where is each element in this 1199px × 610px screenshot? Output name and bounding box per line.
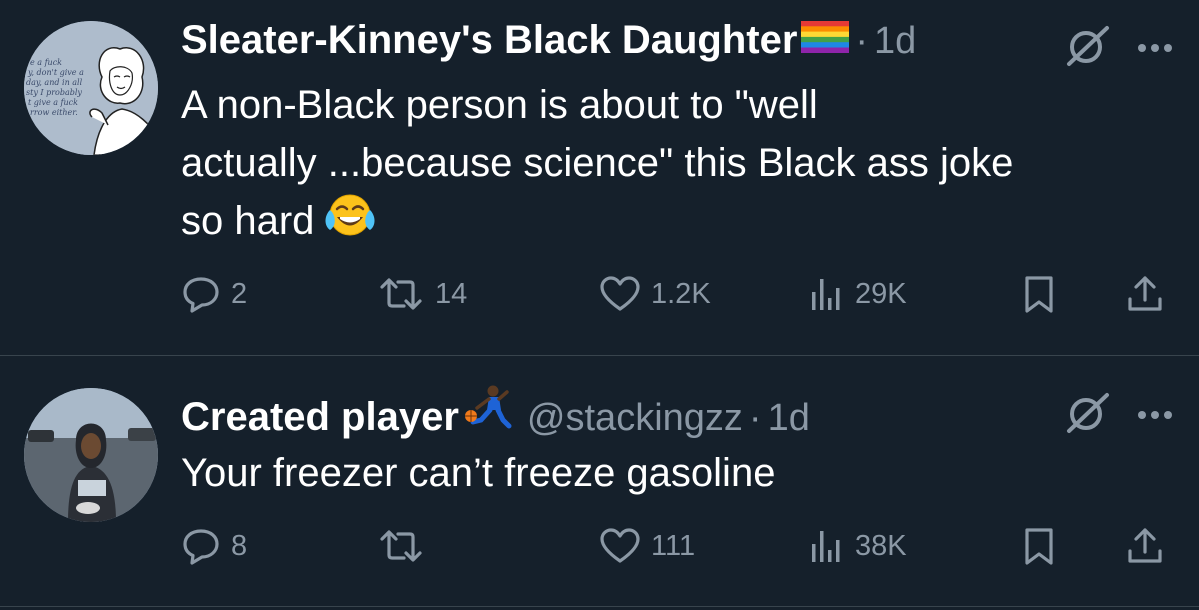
avatar-caption-line: t give a fuck — [28, 98, 78, 107]
tweet-actions: 8 111 38K — [181, 526, 1171, 566]
avatar-caption-line: day, and in all — [26, 78, 83, 87]
share-button[interactable] — [1125, 274, 1165, 314]
avatar-caption-line: y, don't give a — [27, 68, 84, 77]
tweet-actions: 2 14 1.2K 29K — [181, 274, 1171, 314]
retweet-icon — [380, 278, 422, 310]
reply-count: 2 — [231, 277, 248, 310]
retweet-icon — [380, 530, 422, 562]
display-name[interactable]: Sleater-Kinney's Black Daughter — [181, 18, 797, 63]
reply-icon — [183, 277, 219, 313]
reply-button[interactable]: 8 — [181, 526, 247, 566]
tweet-header: Sleater-Kinney's Black Daughter · 1d — [181, 18, 916, 63]
views-icon — [812, 279, 840, 310]
basketball-player-emoji — [463, 384, 513, 435]
tweet-header-icons — [1063, 22, 1173, 75]
bookmark-icon — [1025, 528, 1053, 565]
handle[interactable]: @stackingzz — [527, 397, 743, 440]
separator-dot: · — [748, 397, 762, 439]
tweet-text: Your freezer can’t freeze gasoline — [181, 444, 1171, 502]
tweet[interactable]: e a fuck y, don't give a day, and in all… — [0, 0, 1199, 355]
retweet-count: 14 — [435, 277, 468, 310]
avatar[interactable] — [24, 388, 158, 522]
like-button[interactable]: 111 — [599, 526, 695, 566]
bookmark-button[interactable] — [1021, 526, 1057, 566]
views-button[interactable]: 29K — [809, 274, 907, 314]
avatar-caption-line: sty I probably — [26, 88, 82, 97]
more-options-icon[interactable] — [1137, 407, 1173, 425]
tweet-text-line: A non-Black person is about to "well — [181, 83, 818, 127]
tweet-divider — [0, 606, 1199, 607]
views-icon — [812, 531, 840, 562]
views-button[interactable]: 38K — [809, 526, 907, 566]
grok-icon[interactable] — [1063, 22, 1111, 75]
separator-dot: · — [855, 20, 869, 62]
timestamp[interactable]: 1d — [768, 397, 810, 440]
heart-icon — [600, 276, 640, 311]
retweet-button[interactable] — [377, 526, 435, 566]
rainbow-flag-icon — [801, 21, 850, 58]
avatar-caption-line: e a fuck — [30, 58, 62, 67]
tears-of-joy-emoji — [324, 192, 376, 254]
bookmark-button[interactable] — [1021, 274, 1057, 314]
like-count: 111 — [651, 529, 696, 562]
tweet-text: A non-Black person is about to "well act… — [181, 76, 1171, 254]
reply-button[interactable]: 2 — [181, 274, 247, 314]
tweet-text-line-last: so hard — [181, 192, 1171, 254]
share-icon — [1128, 528, 1162, 563]
tweet[interactable]: Created player @stackingzz · 1d Your fre… — [0, 356, 1199, 610]
avatar-caption-line: rrow either. — [30, 108, 78, 117]
like-count: 1.2K — [651, 277, 711, 310]
heart-icon — [600, 528, 640, 563]
view-count: 38K — [855, 529, 907, 562]
reply-count: 8 — [231, 529, 248, 562]
view-count: 29K — [855, 277, 907, 310]
bookmark-icon — [1025, 276, 1053, 313]
more-options-icon[interactable] — [1137, 40, 1173, 58]
tweet-text-line-content: so hard — [181, 199, 315, 243]
display-name[interactable]: Created player — [181, 395, 459, 440]
reply-icon — [183, 529, 219, 565]
avatar[interactable]: e a fuck y, don't give a day, and in all… — [24, 21, 158, 155]
timestamp[interactable]: 1d — [874, 20, 916, 63]
tweet-header-icons — [1063, 389, 1173, 442]
retweet-button[interactable]: 14 — [377, 274, 467, 314]
share-icon — [1128, 276, 1162, 311]
tweet-text-line: actually ...because science" this Black … — [181, 141, 1014, 185]
share-button[interactable] — [1125, 526, 1165, 566]
like-button[interactable]: 1.2K — [599, 274, 711, 314]
tweet-text-line: Your freezer can’t freeze gasoline — [181, 451, 776, 495]
grok-icon[interactable] — [1063, 389, 1111, 442]
tweet-header: Created player @stackingzz · 1d — [181, 384, 810, 440]
